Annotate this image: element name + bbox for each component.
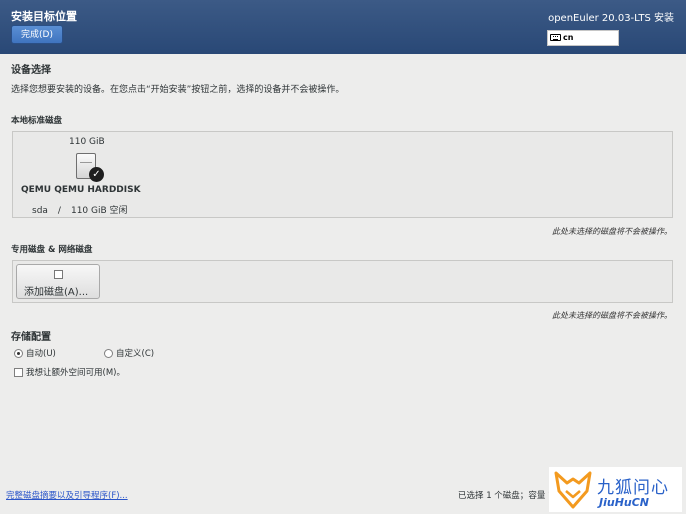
fox-logo-icon [554, 471, 592, 509]
local-disks-title: 本地标准磁盘 [11, 116, 63, 126]
checkmark-icon: ✓ [89, 167, 104, 182]
done-button[interactable]: 完成(D) [11, 25, 63, 44]
full-disk-summary-link[interactable]: 完整磁盘摘要以及引导程序(F)... [6, 489, 128, 501]
local-disks-note: 此处未选择的磁盘将不会被操作。 [552, 227, 672, 236]
disk-separator: / [57, 206, 61, 216]
keyboard-layout-indicator[interactable]: cn [547, 30, 619, 46]
radio-automatic[interactable]: 自动(U) [14, 347, 56, 359]
keyboard-icon [550, 34, 561, 41]
page-title: 安装目标位置 [11, 10, 77, 23]
watermark-cn-text: 九狐问心 [597, 478, 669, 498]
header-bar: 安装目标位置 完成(D) openEuler 20.03-LTS 安装 cn [0, 0, 686, 54]
device-selection-description: 选择您想要安装的设备。在您点击“开始安装”按钮之前，选择的设备并不会被操作。 [11, 85, 345, 95]
disk-device: sda [32, 206, 48, 216]
radio-indicator-automatic[interactable] [14, 349, 23, 358]
disk-free-space: 110 GiB 空闲 [70, 206, 128, 216]
disk-size: 110 GiB [69, 137, 105, 147]
radio-custom-label: 自定义(C) [116, 349, 155, 359]
disk-name: QEMU QEMU HARDDISK [21, 185, 141, 195]
product-name: openEuler 20.03-LTS 安装 [548, 13, 674, 24]
special-disks-note: 此处未选择的磁盘将不会被操作。 [552, 311, 672, 320]
watermark-en-text: JiuHuCN [599, 496, 650, 509]
extra-space-label: 我想让额外空间可用(M)。 [26, 368, 125, 378]
add-disk-icon [54, 270, 63, 279]
add-disk-label: 添加磁盘(A)... [24, 287, 89, 298]
watermark: 九狐问心 JiuHuCN [549, 467, 682, 512]
local-disks-panel: 110 GiB ✓ QEMU QEMU HARDDISK sda / 110 GiB… [12, 131, 673, 218]
radio-custom[interactable]: 自定义(C) [104, 347, 154, 359]
storage-config-title: 存储配置 [11, 332, 51, 343]
special-disks-title: 专用磁盘 & 网络磁盘 [11, 245, 93, 255]
extra-space-checkbox[interactable]: 我想让额外空间可用(M)。 [14, 366, 125, 378]
radio-indicator-custom[interactable] [104, 349, 113, 358]
keyboard-layout-label: cn [563, 33, 574, 42]
special-disks-panel: 添加磁盘(A)... [12, 260, 673, 303]
selection-status: 已选择 1 个磁盘；容量 1 [458, 491, 554, 501]
disk-details: sda / 110 GiB 空闲 [32, 203, 128, 216]
checkbox-indicator[interactable] [14, 368, 23, 377]
add-disk-button[interactable]: 添加磁盘(A)... [16, 264, 100, 299]
disk-tile-sda[interactable]: 110 GiB ✓ QEMU QEMU HARDDISK sda / 110 GiB… [19, 134, 147, 216]
device-selection-title: 设备选择 [11, 65, 51, 76]
radio-automatic-label: 自动(U) [26, 349, 56, 359]
